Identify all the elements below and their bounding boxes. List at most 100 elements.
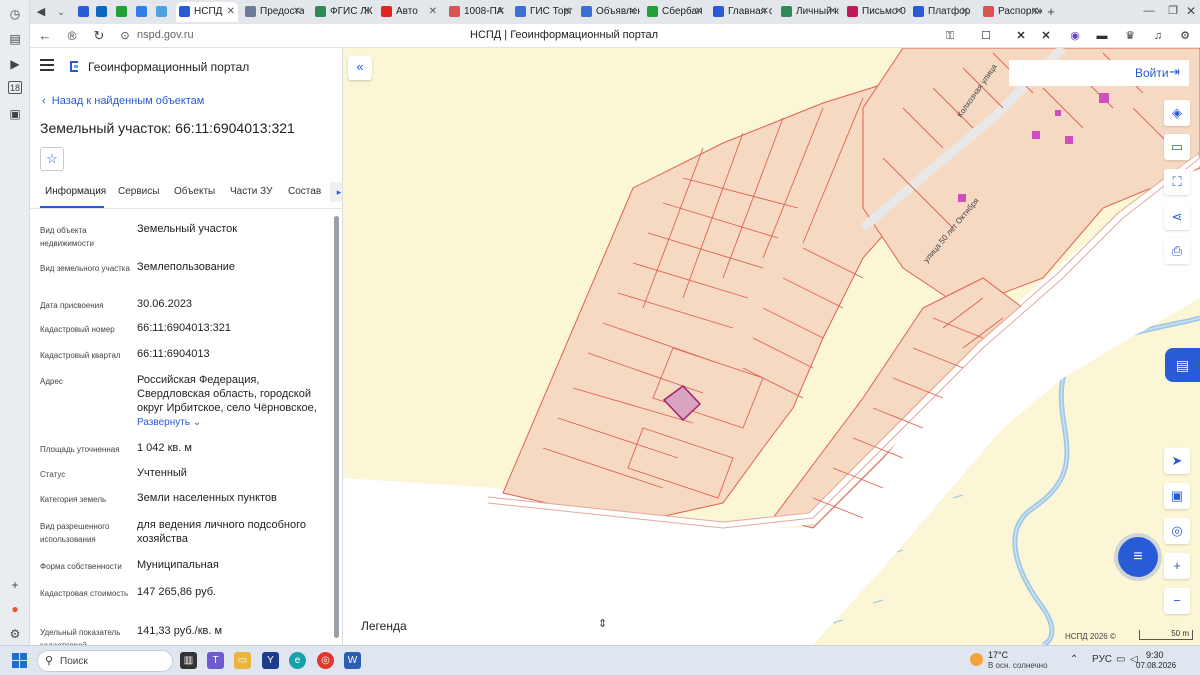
login-button[interactable]: Войти ⇥	[1009, 60, 1189, 86]
close-tab-icon[interactable]: ✕	[227, 2, 235, 22]
share-icon[interactable]: ⋖	[1164, 204, 1190, 230]
bookmark-icon[interactable]: ☐	[978, 28, 994, 44]
tabs-scroll-right-icon[interactable]: ▸	[330, 182, 342, 202]
pinned-tab-icon[interactable]	[136, 6, 147, 17]
edge-icon[interactable]: e	[289, 652, 306, 669]
browser-tab[interactable]: Личный к ✕	[778, 2, 840, 22]
tab-parts[interactable]: Части ЗУ	[230, 186, 272, 197]
expand-address-link[interactable]: Развернуть	[137, 417, 190, 428]
chevron-down-icon[interactable]: ⌄	[190, 417, 201, 428]
word-icon[interactable]: W	[344, 652, 361, 669]
layers-icon[interactable]: ◈	[1164, 100, 1190, 126]
back-to-results-link[interactable]: ‹ Назад к найденным объектам	[42, 95, 204, 107]
legend-panel[interactable]: Легенда ⇕	[350, 612, 620, 639]
browser-tab[interactable]: Письмо 0 ✕	[844, 2, 906, 22]
scrollbar[interactable]	[334, 216, 339, 638]
print-icon[interactable]: ⎙	[1164, 238, 1190, 264]
geolocation-icon[interactable]: ◎	[1164, 518, 1190, 544]
tab-objects[interactable]: Объекты	[174, 186, 215, 197]
collapse-panel-button[interactable]: «	[348, 56, 372, 80]
new-tab-button[interactable]: +	[1042, 3, 1060, 21]
lock-icon[interactable]: ⊙	[116, 27, 134, 45]
url-field[interactable]: nspd.gov.ru	[137, 29, 194, 41]
close-tab-icon[interactable]: ✕	[629, 2, 637, 22]
tray-chevron-icon[interactable]: ⌃	[1070, 654, 1078, 665]
select-area-icon[interactable]: ⛶	[1164, 169, 1190, 195]
tab-composition[interactable]: Состав	[288, 186, 321, 197]
calendar-icon[interactable]: 18	[8, 81, 22, 94]
ruler-icon[interactable]: ▭	[1164, 134, 1190, 160]
media-icon[interactable]: ▶	[7, 56, 23, 72]
clock-time[interactable]: 9:30	[1146, 650, 1164, 660]
close-tab-icon[interactable]: ✕	[1031, 2, 1039, 22]
close-tab-icon[interactable]: ✕	[895, 2, 903, 22]
close-tab-icon[interactable]: ✕	[363, 2, 371, 22]
extension-icon[interactable]: ✕	[1038, 28, 1054, 44]
map-view[interactable]: Колхозная улица улица 50 лет Октября « В…	[343, 48, 1200, 645]
taskbar-search[interactable]: ⚲ Поиск	[37, 650, 173, 672]
language-indicator[interactable]: РУС	[1092, 654, 1112, 665]
app-icon[interactable]: ◎	[317, 652, 334, 669]
close-tab-icon[interactable]: ✕	[293, 2, 301, 22]
extension-icon[interactable]: ♫	[1150, 28, 1166, 44]
close-tab-icon[interactable]: ✕	[695, 2, 703, 22]
pinned-tab-icon[interactable]	[96, 6, 107, 17]
browser-tab[interactable]: НСПД ✕	[176, 2, 238, 22]
browser-tab[interactable]: ФГИС ЛК ✕	[312, 2, 374, 22]
services-icon[interactable]: ▤	[1165, 348, 1200, 382]
browser-tab[interactable]: Главная с ✕	[710, 2, 772, 22]
extension-icon[interactable]: ⚙	[1177, 28, 1193, 44]
shield-icon[interactable]: ®	[63, 27, 81, 45]
back-icon[interactable]: ←	[36, 27, 54, 45]
favorite-button[interactable]: ☆	[40, 147, 64, 171]
locate-icon[interactable]: ➤	[1164, 448, 1190, 474]
close-tab-icon[interactable]: ✕	[497, 2, 505, 22]
tab-services[interactable]: Сервисы	[118, 186, 159, 197]
extension-icon[interactable]: ✕	[1013, 28, 1029, 44]
add-icon[interactable]: +	[7, 577, 23, 593]
file-explorer-icon[interactable]: ▭	[234, 652, 251, 669]
display-icon[interactable]: ▭	[1116, 654, 1125, 665]
pinned-tab-icon[interactable]	[156, 6, 167, 17]
start-icon[interactable]	[12, 653, 27, 668]
key-icon[interactable]: ⚿	[942, 28, 958, 44]
close-tab-icon[interactable]: ✕	[563, 2, 571, 22]
pinned-tab-icon[interactable]	[78, 6, 89, 17]
tab-audio-icon[interactable]: ◀	[32, 3, 50, 21]
browser-tab[interactable]: Авто ✕	[378, 2, 440, 22]
zoom-out-button[interactable]: −	[1164, 588, 1190, 614]
browser-tab[interactable]: ГИС Торг ✕	[512, 2, 574, 22]
browser-app-icon[interactable]: Y	[262, 652, 279, 669]
close-tab-icon[interactable]: ✕	[761, 2, 769, 22]
screenshot-icon[interactable]: ▣	[7, 106, 23, 122]
history-icon[interactable]: ◷	[7, 6, 23, 22]
expand-legend-icon[interactable]: ⇕	[598, 617, 607, 630]
teams-icon[interactable]: T	[207, 652, 224, 669]
extension-icon[interactable]: ♛	[1122, 28, 1138, 44]
cadastral-map[interactable]: Колхозная улица улица 50 лет Октября	[343, 48, 1200, 645]
close-tab-icon[interactable]: ✕	[961, 2, 969, 22]
pinned-tab-icon[interactable]	[116, 6, 127, 17]
close-tab-icon[interactable]: ✕	[429, 2, 437, 22]
task-view-icon[interactable]: ▥	[180, 652, 197, 669]
tab-list-chevron-icon[interactable]: ⌄	[52, 3, 70, 21]
reload-icon[interactable]: ↻	[90, 27, 108, 45]
browser-tab[interactable]: 1008-ПА ✕	[446, 2, 508, 22]
extension-icon[interactable]: ◉	[1067, 28, 1083, 44]
extension-icon[interactable]: ▬	[1094, 28, 1110, 44]
menu-icon[interactable]	[40, 59, 54, 71]
browser-tab[interactable]: Платфор ✕	[910, 2, 972, 22]
zoom-in-button[interactable]: +	[1164, 553, 1190, 579]
close-tab-icon[interactable]: ✕	[829, 2, 837, 22]
browser-tab[interactable]: Сбербан ✕	[644, 2, 706, 22]
browser-tab[interactable]: Объявлен ✕	[578, 2, 640, 22]
basemap-icon[interactable]: ▣	[1164, 483, 1190, 509]
browser-tab[interactable]: Предоста ✕	[242, 2, 304, 22]
browser-tab[interactable]: Распоряж ✕	[980, 2, 1042, 22]
settings-icon[interactable]: ⚙	[7, 626, 23, 642]
minimize-button[interactable]: —	[1140, 2, 1158, 20]
tab-information[interactable]: Информация	[45, 186, 106, 197]
collections-icon[interactable]: ▤	[7, 31, 23, 47]
close-button[interactable]: ✕	[1182, 2, 1200, 20]
chat-icon[interactable]: ≡	[1118, 537, 1158, 577]
